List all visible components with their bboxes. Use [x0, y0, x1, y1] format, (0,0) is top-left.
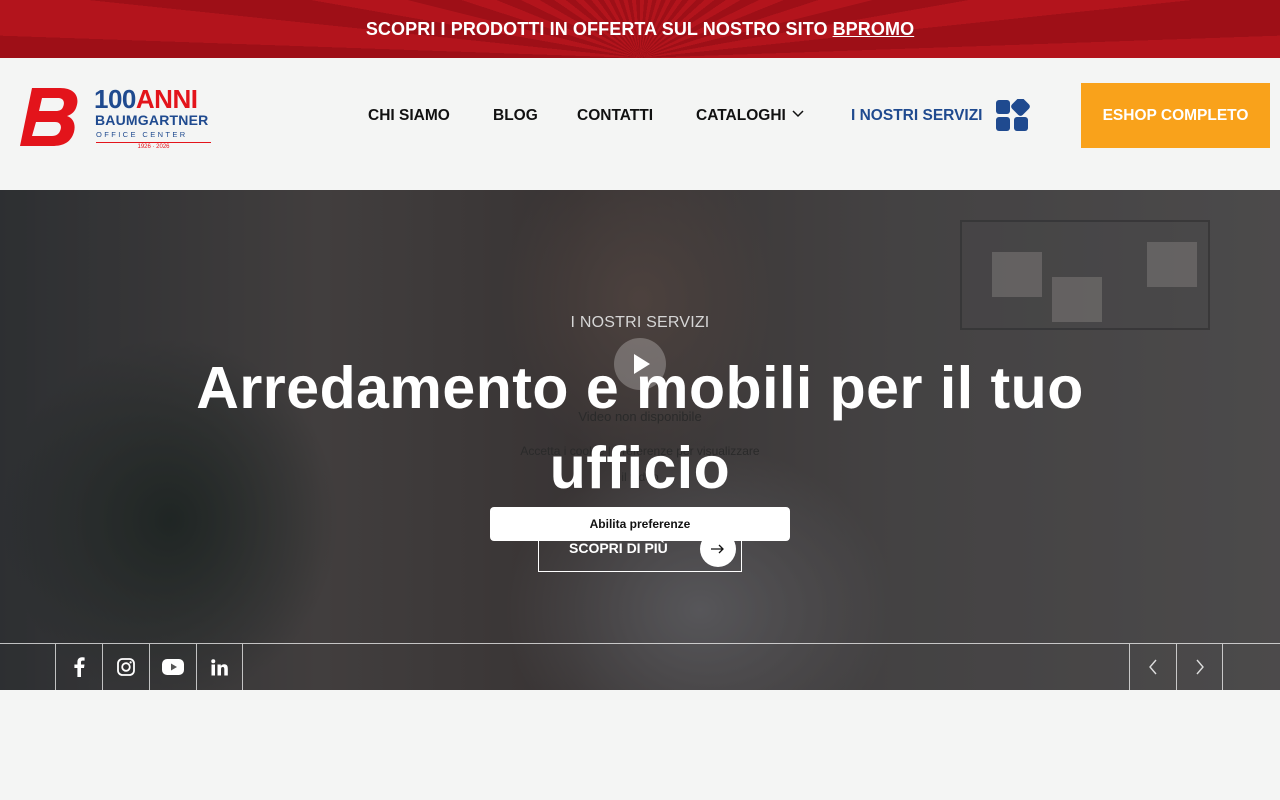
- content-area: [0, 690, 1280, 800]
- hero-headline: Arredamento e mobili per il tuo ufficio: [196, 355, 1084, 501]
- logo-mark-icon: [20, 88, 78, 146]
- cta-label: SCOPRI DI PIÙ: [569, 540, 668, 556]
- logo-brand: BAUMGARTNER: [95, 112, 209, 128]
- promo-banner: SCOPRI I PRODOTTI IN OFFERTA SUL NOSTRO …: [0, 0, 1280, 58]
- logo[interactable]: 100ANNI BAUMGARTNER OFFICE CENTER 1926 ·…: [18, 84, 218, 154]
- site-header: 100ANNI BAUMGARTNER OFFICE CENTER 1926 ·…: [0, 58, 1280, 190]
- hero-bottom-bar: [0, 643, 1280, 690]
- slider-prev-button[interactable]: [1129, 644, 1176, 690]
- promo-text: SCOPRI I PRODOTTI IN OFFERTA SUL NOSTRO …: [365, 18, 828, 39]
- logo-years: 1926 · 2026: [96, 142, 211, 150]
- nav-servizi[interactable]: I NOSTRI SERVIZI: [851, 106, 983, 126]
- enable-preferences-button[interactable]: Abilita preferenze: [490, 507, 790, 541]
- nav-chi-siamo[interactable]: CHI SIAMO: [368, 106, 450, 126]
- logo-anni: 100ANNI: [94, 84, 198, 114]
- chevron-down-icon: [792, 110, 804, 118]
- eshop-button[interactable]: ESHOP COMPLETO: [1081, 83, 1270, 148]
- chevron-right-icon: [1195, 659, 1204, 675]
- facebook-icon[interactable]: [55, 644, 102, 690]
- hero-section: I NOSTRI SERVIZI Video non disponibile A…: [0, 190, 1280, 690]
- promo-link[interactable]: BPROMO: [833, 19, 915, 40]
- slider-next-button[interactable]: [1176, 644, 1223, 690]
- linkedin-icon[interactable]: [196, 644, 243, 690]
- youtube-icon[interactable]: [149, 644, 196, 690]
- logo-subtitle: OFFICE CENTER: [96, 130, 188, 139]
- hero-content: I NOSTRI SERVIZI Video non disponibile A…: [0, 190, 1280, 643]
- apps-grid-icon[interactable]: [996, 99, 1030, 133]
- nav-blog[interactable]: BLOG: [493, 106, 538, 126]
- nav-contatti[interactable]: CONTATTI: [577, 106, 653, 126]
- nav-cataloghi[interactable]: CATALOGHI: [696, 106, 804, 126]
- chevron-left-icon: [1149, 659, 1157, 675]
- hero-eyebrow: I NOSTRI SERVIZI: [570, 314, 710, 331]
- instagram-icon[interactable]: [102, 644, 149, 690]
